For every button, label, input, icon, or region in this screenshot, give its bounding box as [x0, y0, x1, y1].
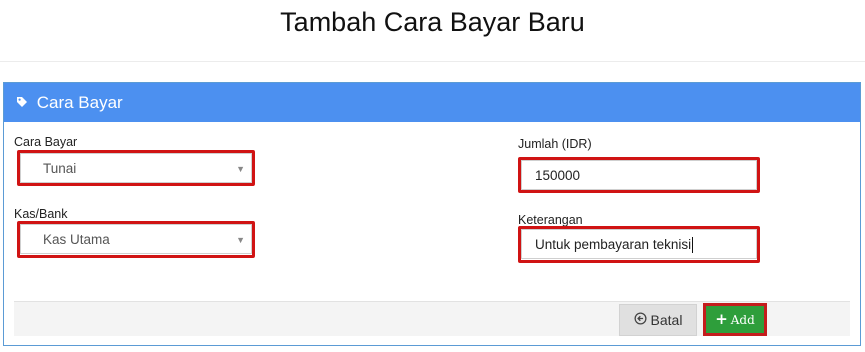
title-divider	[0, 61, 865, 62]
add-button[interactable]: + Add	[706, 306, 764, 333]
keterangan-highlight	[518, 226, 760, 263]
keterangan-label: Keterangan	[518, 213, 583, 227]
jumlah-highlight	[518, 157, 760, 193]
jumlah-label: Jumlah (IDR)	[518, 137, 592, 151]
tag-icon	[16, 83, 28, 122]
panel-header: Cara Bayar	[4, 83, 860, 122]
cara-bayar-panel: Cara Bayar Cara Bayar Tunai ▼ Kas/Bank K…	[3, 82, 861, 346]
add-label: Add	[730, 313, 755, 327]
circle-arrow-left-icon	[633, 305, 647, 335]
kas-bank-highlight	[17, 221, 255, 258]
panel-title: Cara Bayar	[36, 93, 123, 112]
plus-icon: +	[715, 310, 728, 328]
kas-bank-label: Kas/Bank	[14, 207, 68, 221]
cara-bayar-label: Cara Bayar	[14, 135, 78, 149]
form-footer: Batal + Add	[14, 301, 850, 336]
batal-label: Batal	[650, 312, 683, 328]
batal-button[interactable]: Batal	[619, 304, 697, 336]
add-button-highlight: + Add	[703, 303, 767, 336]
cara-bayar-highlight	[17, 150, 255, 186]
page-title: Tambah Cara Bayar Baru	[280, 7, 585, 37]
